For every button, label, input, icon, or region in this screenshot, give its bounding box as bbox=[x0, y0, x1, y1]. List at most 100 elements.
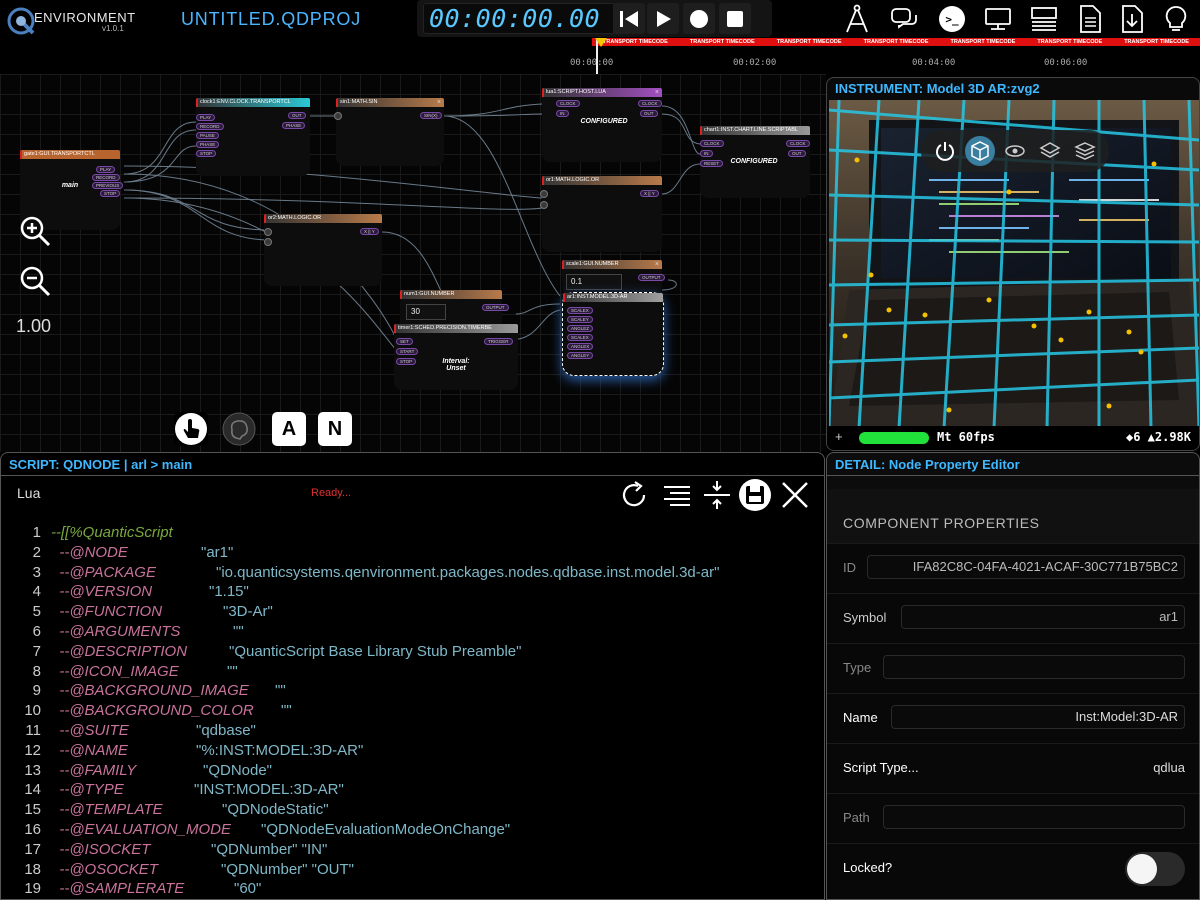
record-button[interactable] bbox=[683, 3, 715, 34]
save-script-button[interactable] bbox=[735, 475, 775, 515]
instrument-title: INSTRUMENT: Model 3D AR:zvg2 bbox=[835, 81, 1040, 96]
node-mode-button[interactable]: N bbox=[318, 412, 352, 446]
node-ar-selected[interactable]: ar1:INST.MODEL.3D-AR SCALEX SCALEY ANGLE… bbox=[562, 292, 664, 376]
port-out[interactable]: OUT bbox=[640, 110, 658, 117]
chat-tool-button[interactable] bbox=[886, 2, 924, 36]
port-in[interactable]: PHASE bbox=[196, 141, 220, 148]
ar-camera-view[interactable] bbox=[829, 100, 1199, 428]
locked-toggle[interactable] bbox=[1125, 852, 1185, 886]
touch-mode-button[interactable] bbox=[174, 412, 208, 446]
port-in[interactable]: START bbox=[396, 348, 419, 355]
close-script-button[interactable] bbox=[775, 475, 815, 515]
port-out[interactable]: OUT bbox=[788, 150, 806, 157]
collapse-script-button[interactable] bbox=[697, 475, 737, 515]
port-in[interactable]: CLOCK bbox=[556, 100, 580, 107]
node-graph-canvas[interactable]: gate1:GUI.TRANSPORTCTL main PLAY RECORD … bbox=[0, 74, 826, 452]
port-in[interactable]: SCALEY bbox=[567, 316, 593, 323]
node-or2[interactable]: or2:MATH.LOGIC.OR X || Y bbox=[264, 214, 382, 286]
code-key: --@OSOCKET bbox=[51, 860, 158, 878]
zoom-in-icon[interactable] bbox=[18, 214, 52, 248]
port-out[interactable]: X || Y bbox=[640, 190, 659, 197]
close-icon[interactable]: × bbox=[437, 98, 441, 107]
port-in[interactable]: STOP bbox=[196, 150, 217, 157]
ar-power-button[interactable] bbox=[930, 136, 960, 166]
ar-cube-button[interactable] bbox=[964, 136, 995, 166]
code-key: --@NODE bbox=[51, 543, 128, 561]
node-sin[interactable]: sin1:MATH.SIN × SIN(X) bbox=[334, 98, 444, 166]
skip-back-button[interactable] bbox=[613, 3, 645, 34]
playhead[interactable] bbox=[595, 38, 607, 74]
port-out[interactable]: TRIGGER bbox=[484, 338, 513, 345]
port-out[interactable]: OUTPUT bbox=[638, 274, 665, 281]
port-in-dot[interactable] bbox=[334, 112, 342, 120]
port-in-dot[interactable] bbox=[264, 238, 272, 246]
type-field[interactable] bbox=[883, 655, 1185, 679]
node-timer[interactable]: timer1:SCHED.PRECISION.TIMERBE SET START… bbox=[394, 324, 518, 390]
zoom-out-icon[interactable] bbox=[18, 264, 52, 298]
play-button[interactable] bbox=[647, 3, 679, 34]
port-in[interactable]: RECORD bbox=[196, 123, 224, 130]
stop-button[interactable] bbox=[719, 3, 751, 34]
symbol-field[interactable]: ar1 bbox=[901, 605, 1185, 629]
port-in-dot[interactable] bbox=[540, 190, 548, 198]
format-script-button[interactable] bbox=[657, 475, 697, 515]
lightbulb-tool-button[interactable] bbox=[1157, 2, 1195, 36]
port-in-dot[interactable] bbox=[264, 228, 272, 236]
compass-tool-button[interactable] bbox=[838, 2, 876, 36]
port-in[interactable]: ANGLEZ bbox=[567, 325, 594, 332]
number-input[interactable]: 30 bbox=[406, 304, 446, 320]
port-in[interactable]: SCALEX bbox=[567, 334, 593, 341]
node-scale[interactable]: scale1:GUI.NUMBER × 0.1 OUTPUT bbox=[562, 260, 665, 294]
monitor-tool-button[interactable] bbox=[979, 2, 1017, 36]
playhead-marker-icon[interactable] bbox=[595, 38, 607, 47]
port-out[interactable]: STOP bbox=[100, 190, 121, 197]
port-in[interactable]: SET bbox=[396, 338, 413, 345]
number-input[interactable]: 0.1 bbox=[566, 274, 622, 290]
port-out[interactable]: PREVIOUS bbox=[92, 182, 124, 189]
port-in[interactable]: IN bbox=[700, 150, 713, 157]
document-tool-button[interactable] bbox=[1071, 2, 1109, 36]
annotate-mode-button[interactable]: A bbox=[272, 412, 306, 446]
ar-add-button[interactable]: + bbox=[835, 429, 843, 444]
layout-tool-button[interactable] bbox=[1025, 2, 1063, 36]
port-in[interactable]: PAUSE bbox=[196, 132, 219, 139]
timeline-ruler[interactable]: TRANSPORT TIMECODE TRANSPORT TIMECODE TRAN… bbox=[570, 38, 1200, 74]
port-in[interactable]: CLOCK bbox=[700, 140, 724, 147]
node-clock[interactable]: clock1:ENV.CLOCK.TRANSPORTCL PLAY RECORD… bbox=[196, 98, 310, 176]
property-label: Path bbox=[843, 810, 870, 825]
terminal-tool-button[interactable]: >_ bbox=[933, 2, 971, 36]
port-out[interactable]: X || Y bbox=[360, 228, 379, 235]
port-in[interactable]: ANGLEX bbox=[567, 343, 594, 350]
port-out[interactable]: PLAY bbox=[96, 166, 116, 173]
download-tool-button[interactable] bbox=[1113, 2, 1151, 36]
brain-mode-button[interactable] bbox=[222, 412, 256, 446]
ar-stack-button[interactable] bbox=[1070, 136, 1100, 166]
port-out[interactable]: CLOCK bbox=[638, 100, 662, 107]
port-in[interactable]: IN bbox=[556, 110, 569, 117]
port-out[interactable]: PHASE bbox=[282, 122, 306, 129]
port-out[interactable]: OUT bbox=[288, 112, 306, 119]
node-chart[interactable]: chart1:INST.CHART.LINE.SCRIPTABL CLOCK I… bbox=[700, 126, 810, 198]
port-in-dot[interactable] bbox=[540, 201, 548, 209]
ar-layers-button[interactable] bbox=[1035, 136, 1065, 166]
path-field[interactable] bbox=[883, 805, 1185, 829]
port-out[interactable]: SIN(X) bbox=[420, 112, 442, 119]
port-out[interactable]: CLOCK bbox=[786, 140, 810, 147]
ar-eye-button[interactable] bbox=[1000, 136, 1030, 166]
property-row-script-type[interactable]: Script Type... qdlua bbox=[827, 743, 1199, 793]
port-out[interactable]: RECORD bbox=[92, 174, 120, 181]
port-in[interactable]: STOP bbox=[396, 358, 417, 365]
port-in[interactable]: PLAY bbox=[196, 114, 216, 121]
port-out[interactable]: OUTPUT bbox=[482, 304, 509, 311]
close-icon[interactable]: × bbox=[655, 88, 659, 97]
node-body: CONFIGURED bbox=[730, 158, 778, 165]
node-lua[interactable]: lua1:SCRIPT.HOST.LUA × CLOCK IN CLOCK OU… bbox=[542, 88, 662, 162]
port-in[interactable]: ANGLEY bbox=[567, 352, 594, 359]
reload-script-button[interactable] bbox=[615, 475, 655, 515]
close-icon[interactable]: × bbox=[655, 260, 659, 269]
name-field[interactable]: Inst:Model:3D-AR bbox=[891, 705, 1185, 729]
port-in[interactable]: SCALEX bbox=[567, 307, 593, 314]
node-or1[interactable]: or1:MATH.LOGIC.OR X || Y bbox=[540, 176, 662, 252]
project-title[interactable]: UNTITLED.QDPROJ bbox=[181, 9, 361, 30]
id-field[interactable]: IFA82C8C-04FA-4021-ACAF-30C771B75BC2 bbox=[867, 555, 1185, 579]
